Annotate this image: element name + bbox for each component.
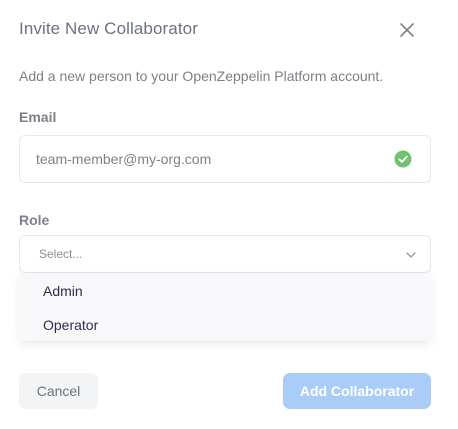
- close-icon: [396, 19, 418, 41]
- role-dropdown-menu: Admin Operator: [19, 273, 431, 341]
- dialog-description: Add a new person to your OpenZeppelin Pl…: [19, 68, 384, 84]
- email-input[interactable]: [36, 136, 376, 182]
- role-option-operator[interactable]: Operator: [43, 317, 98, 333]
- cancel-button[interactable]: Cancel: [19, 373, 98, 409]
- dialog-title: Invite New Collaborator: [19, 19, 198, 38]
- role-select-placeholder: Select...: [39, 247, 83, 261]
- role-select[interactable]: Select...: [19, 235, 431, 273]
- check-circle-icon: [394, 150, 412, 168]
- close-button[interactable]: [396, 19, 418, 41]
- role-label: Role: [19, 212, 50, 228]
- invite-collaborator-dialog: Invite New Collaborator Add a new person…: [0, 0, 458, 429]
- email-field[interactable]: [19, 135, 431, 183]
- add-collaborator-button[interactable]: Add Collaborator: [283, 373, 431, 409]
- email-label: Email: [19, 109, 57, 125]
- role-option-admin[interactable]: Admin: [43, 283, 83, 299]
- chevron-down-icon: [404, 248, 418, 262]
